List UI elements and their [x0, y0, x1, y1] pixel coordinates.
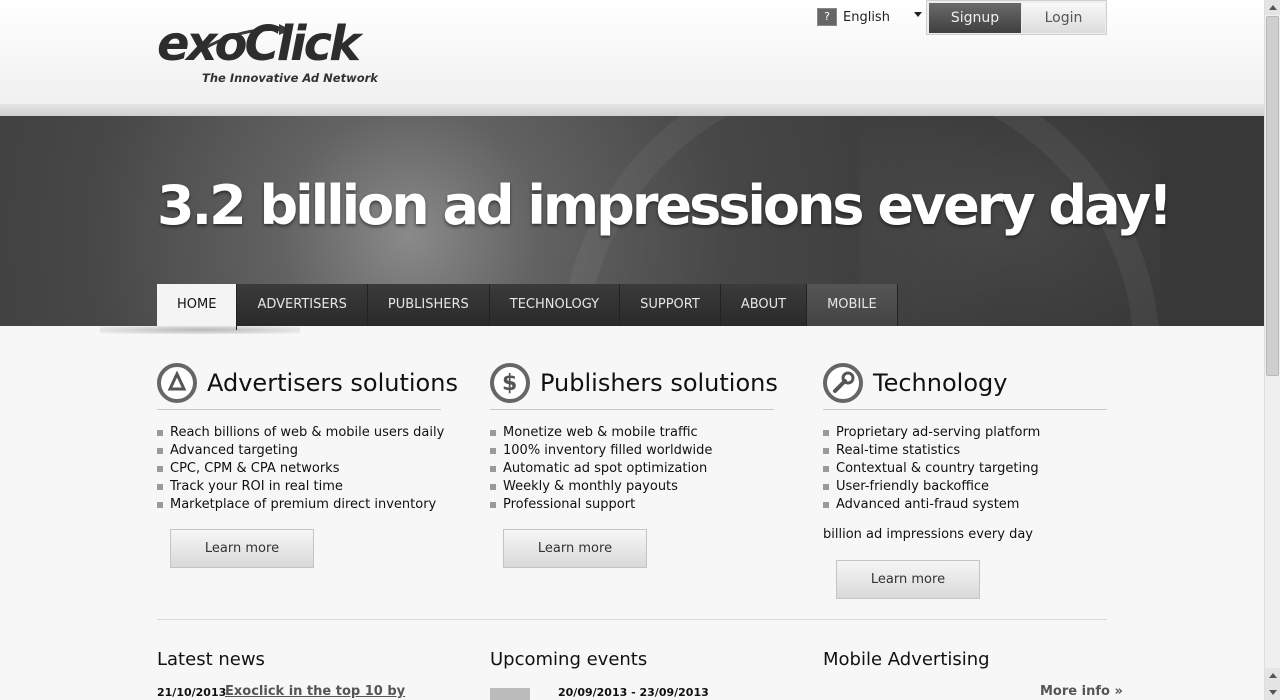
nav-mobile[interactable]: MOBILE — [807, 284, 898, 326]
nav-technology[interactable]: TECHNOLOGY — [489, 284, 621, 326]
list-item: Weekly & monthly payouts — [490, 478, 774, 496]
language-selector[interactable]: ? English — [817, 6, 927, 28]
list-item: Track your ROI in real time — [157, 478, 441, 496]
column-title: Advertisers solutions — [207, 369, 458, 397]
header-band — [0, 104, 1264, 116]
learn-more-button[interactable]: Learn more — [170, 529, 314, 568]
nav-about[interactable]: ABOUT — [720, 284, 808, 326]
column-header: $ Publishers solutions — [490, 362, 778, 410]
section-divider — [157, 619, 1107, 620]
nav-advertisers[interactable]: ADVERTISERS — [237, 284, 368, 326]
latest-news-heading: Latest news — [157, 649, 265, 670]
nav-home[interactable]: HOME — [157, 284, 238, 330]
flag-icon: ? — [817, 8, 837, 26]
advertisers-icon — [157, 363, 197, 403]
list-item: CPC, CPM & CPA networks — [157, 460, 441, 478]
learn-more-button[interactable]: Learn more — [503, 529, 647, 568]
hero-headline: 3.2 billion ad impressions every day! — [157, 174, 1173, 237]
advertisers-column: Advertisers solutions Reach billions of … — [157, 362, 458, 514]
list-item: Advanced targeting — [157, 442, 441, 460]
feature-list: Monetize web & mobile traffic 100% inven… — [490, 424, 774, 514]
list-item: Marketplace of premium direct inventory — [157, 496, 441, 514]
mobile-advertising-heading: Mobile Advertising — [823, 649, 990, 670]
scrollbar-thumb[interactable] — [1266, 16, 1279, 376]
list-item: Monetize web & mobile traffic — [490, 424, 774, 442]
feature-list: Reach billions of web & mobile users dai… — [157, 424, 444, 514]
column-title: Technology — [873, 369, 1008, 397]
nav-publishers[interactable]: PUBLISHERS — [367, 284, 490, 326]
more-info-link[interactable]: More info » — [1040, 684, 1123, 699]
logo-wordmark: exoClick — [157, 16, 361, 72]
exoclick-logo[interactable]: exoClick The Innovative Ad Network — [157, 16, 378, 88]
event-thumbnail[interactable] — [490, 688, 530, 700]
list-item: Reach billions of web & mobile users dai… — [157, 424, 444, 442]
list-item: Advanced anti-fraud system — [823, 496, 1107, 514]
technology-column: Technology Proprietary ad-serving platfo… — [823, 362, 1107, 542]
wrench-icon — [823, 363, 863, 403]
vertical-scrollbar[interactable] — [1264, 0, 1280, 700]
nav-support[interactable]: SUPPORT — [620, 284, 721, 326]
list-item: Professional support — [490, 496, 774, 514]
list-item: Automatic ad spot optimization — [490, 460, 774, 478]
feature-list: Proprietary ad-serving platform Real-tim… — [823, 424, 1107, 514]
site-header: exoClick The Innovative Ad Network ? Eng… — [0, 0, 1264, 104]
list-item: Real-time statistics — [823, 442, 1107, 460]
scroll-up-icon[interactable] — [1265, 668, 1280, 684]
news-date: 21/10/2013 — [157, 686, 227, 699]
column-header: Technology — [823, 362, 1107, 410]
language-label: English — [843, 10, 890, 25]
dollar-icon: $ — [490, 363, 530, 403]
event-date: 20/09/2013 - 23/09/2013 — [558, 686, 709, 699]
login-button[interactable]: Login — [1022, 3, 1105, 33]
chevron-down-icon[interactable] — [914, 12, 922, 17]
auth-buttons: Signup Login — [926, 0, 1107, 35]
nav-shadow — [100, 326, 300, 334]
upcoming-events-heading: Upcoming events — [490, 649, 648, 670]
publishers-column: $ Publishers solutions Monetize web & mo… — [490, 362, 778, 514]
list-item: 100% inventory filled worldwide — [490, 442, 774, 460]
list-item: Contextual & country targeting — [823, 460, 1107, 478]
scroll-up-icon[interactable] — [1265, 0, 1280, 15]
list-item: User-friendly backoffice — [823, 478, 1107, 496]
signup-button[interactable]: Signup — [929, 3, 1021, 33]
list-item: Proprietary ad-serving platform — [823, 424, 1107, 442]
scroll-down-icon[interactable] — [1265, 684, 1280, 700]
main-nav: HOME ADVERTISERS PUBLISHERS TECHNOLOGY S… — [157, 284, 898, 330]
logo-tagline: The Innovative Ad Network — [202, 71, 378, 85]
learn-more-button[interactable]: Learn more — [836, 560, 980, 599]
column-title: Publishers solutions — [540, 369, 778, 397]
column-header: Advertisers solutions — [157, 362, 458, 410]
news-link[interactable]: Exoclick in the top 10 by — [225, 684, 405, 699]
impressions-note: billion ad impressions every day — [823, 527, 1033, 542]
